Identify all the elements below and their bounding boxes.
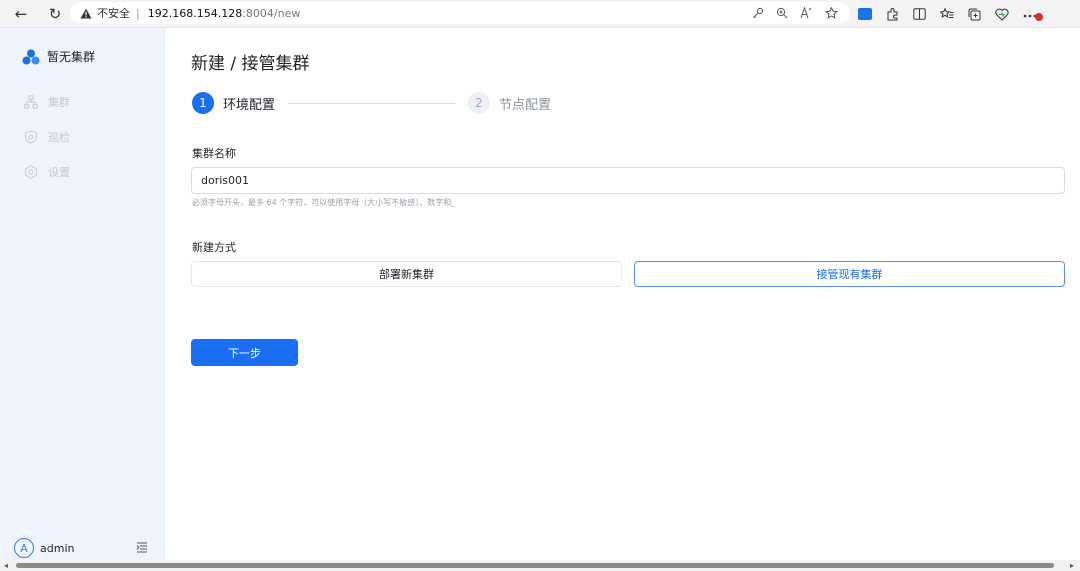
notification-dot <box>1035 12 1043 21</box>
sidebar-item-cluster[interactable]: 集群 <box>24 94 70 110</box>
refresh-icon[interactable]: ↻ <box>44 3 66 25</box>
brand-logo-icon <box>22 49 40 64</box>
scroll-left-icon[interactable]: ◂ <box>4 561 8 570</box>
gear-icon <box>25 165 37 179</box>
takeover-existing-cluster-option[interactable]: 接管现有集群 <box>634 261 1065 287</box>
favorites-icon[interactable] <box>940 8 954 20</box>
url-host: 192.168.154.128 <box>147 6 243 20</box>
browser-toolbar: ← ↻ 不安全 | 192.168.154.128:8004/new <box>0 0 1080 28</box>
user-menu[interactable]: A admin <box>14 538 74 558</box>
address-bar[interactable]: 不安全 | 192.168.154.128:8004/new <box>70 2 850 24</box>
more-menu-button[interactable] <box>1023 7 1043 22</box>
scroll-right-icon[interactable]: ▸ <box>1070 561 1074 570</box>
deploy-new-cluster-option[interactable]: 部署新集群 <box>191 261 622 287</box>
sidebar-item-label: 巡检 <box>48 131 70 144</box>
warning-icon <box>80 8 92 18</box>
zoom-icon[interactable] <box>776 7 788 19</box>
key-icon[interactable] <box>752 7 764 19</box>
brand[interactable]: 暂无集群 <box>22 48 95 65</box>
scrollbar-thumb[interactable] <box>16 563 1054 568</box>
extensions-icon[interactable] <box>886 7 899 21</box>
address-separator: | <box>136 6 140 20</box>
next-step-button[interactable]: 下一步 <box>191 339 298 366</box>
step-label: 节点配置 <box>499 97 552 113</box>
collections-icon[interactable] <box>968 8 981 21</box>
cluster-name-input[interactable] <box>191 167 1065 194</box>
cluster-name-label: 集群名称 <box>192 147 236 160</box>
step-nodes: 2 节点配置 <box>468 92 551 114</box>
url-path: :8004/new <box>242 6 301 20</box>
brand-name: 暂无集群 <box>47 50 96 64</box>
read-aloud-icon[interactable] <box>800 7 813 19</box>
sidebar-item-label: 设置 <box>48 166 70 179</box>
cluster-icon <box>24 95 38 109</box>
split-screen-icon[interactable] <box>913 8 926 20</box>
step-label: 环境配置 <box>223 97 276 113</box>
shield-icon <box>25 130 37 144</box>
user-name: admin <box>40 541 75 555</box>
page-title: 新建 / 接管集群 <box>191 54 310 74</box>
back-icon[interactable]: ← <box>10 3 32 25</box>
favorite-star-icon[interactable] <box>825 7 838 19</box>
cluster-name-hint: 必须字母开头，最多 64 个字符，可以使用字母（大小写不敏感）、数字和_ <box>192 198 456 207</box>
browser-essentials-icon[interactable] <box>995 8 1009 21</box>
step-number: 1 <box>192 92 214 114</box>
security-label: 不安全 <box>97 7 130 20</box>
cloud-extension-icon[interactable] <box>858 8 872 20</box>
sidebar-item-label: 集群 <box>48 96 70 109</box>
step-connector <box>288 103 455 104</box>
collapse-menu-icon[interactable] <box>136 542 148 553</box>
sidebar: 暂无集群 集群 巡检 设置 A admin <box>0 28 166 560</box>
sidebar-item-inspection[interactable]: 巡检 <box>24 129 70 145</box>
sidebar-item-settings[interactable]: 设置 <box>24 164 70 180</box>
step-environment: 1 环境配置 <box>192 92 275 114</box>
horizontal-scrollbar[interactable]: ◂ ▸ <box>0 560 1080 571</box>
step-number: 2 <box>468 92 490 114</box>
avatar: A <box>14 538 34 558</box>
create-mode-label: 新建方式 <box>192 241 236 254</box>
